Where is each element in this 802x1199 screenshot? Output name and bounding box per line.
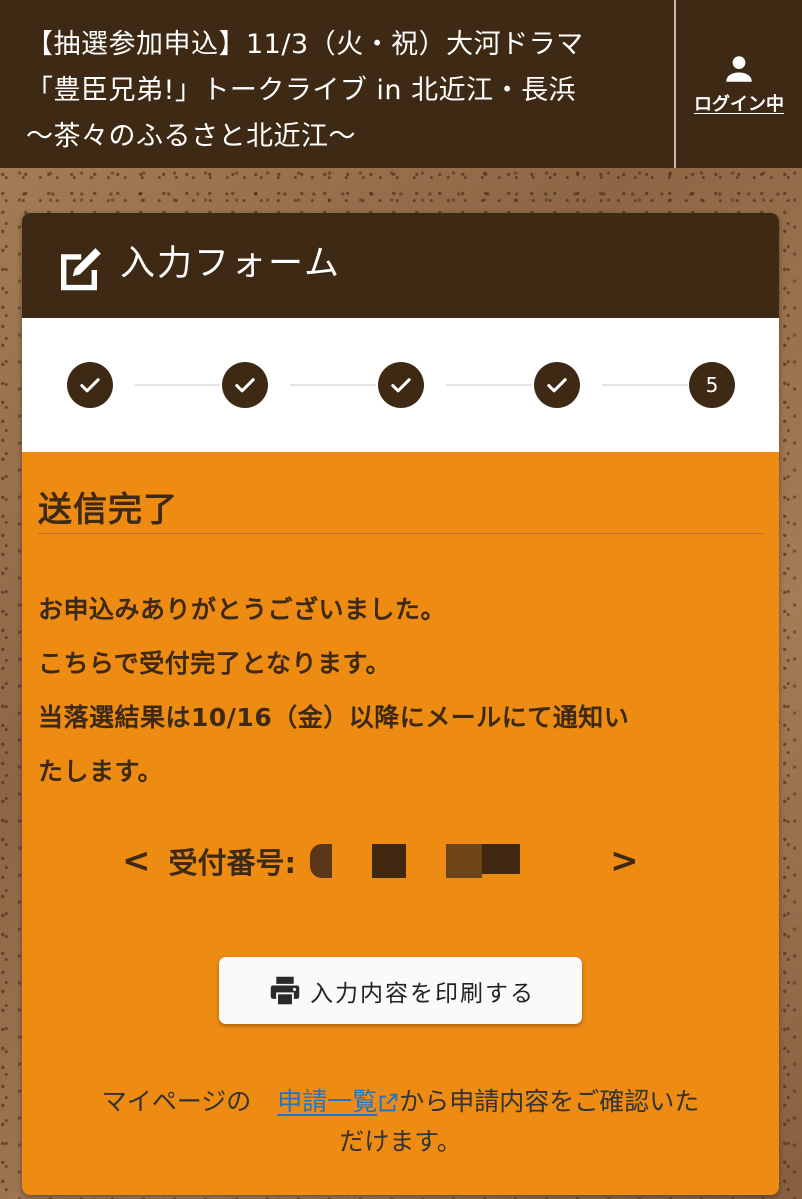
step-3-complete [378, 362, 424, 408]
printer-icon [270, 976, 300, 1006]
card-title: 入力フォーム [120, 244, 341, 284]
result-message: お申込みありがとうございました。 こちらで受付完了となります。 当落選結果は10… [38, 583, 758, 799]
step-4-complete [534, 362, 580, 408]
event-title-line1: 【抽選参加申込】11/3（火・祝）大河ドラマ [26, 29, 584, 60]
print-button-label: 入力内容を印刷する [310, 980, 535, 1007]
login-label: ログイン中 [694, 94, 784, 115]
receipt-label: 受付番号: [168, 846, 297, 880]
login-status-button[interactable]: ログイン中 [676, 52, 802, 116]
event-title: 【抽選参加申込】11/3（火・祝）大河ドラマ 「豊臣兄弟!」トークライブ in … [26, 22, 666, 160]
receipt-next-chevron: > [610, 841, 639, 881]
print-button[interactable]: 入力内容を印刷する [219, 957, 582, 1024]
message-line: こちらで受付完了となります。 [38, 649, 392, 678]
person-icon [726, 56, 752, 82]
application-list-link[interactable]: 申請一覧 [277, 1087, 399, 1116]
message-line: お申込みありがとうございました。 [38, 595, 447, 624]
mypage-suffix-line2: だけます。 [339, 1127, 462, 1156]
check-icon [547, 378, 567, 393]
progress-steps: 5 [22, 318, 779, 452]
site-header: 【抽選参加申込】11/3（火・祝）大河ドラマ 「豊臣兄弟!」トークライブ in … [0, 0, 802, 168]
form-card: 入力フォーム 5 送信完了 お申込みありがとうございました。 こちらで受付完了と… [22, 213, 779, 1195]
application-list-link-label: 申請一覧 [277, 1087, 378, 1116]
result-title: 送信完了 [38, 490, 178, 530]
edit-icon [61, 248, 101, 291]
step-2-complete [222, 362, 268, 408]
mypage-note: マイページの 申請一覧 から申請内容をご確認いた だけます。 [38, 1082, 763, 1162]
message-line: 当落選結果は10/16（金）以降にメールにて通知い [38, 703, 630, 732]
mypage-prefix: マイページの [101, 1087, 252, 1116]
step-connector [446, 384, 532, 386]
step-connector [135, 384, 220, 386]
check-icon [80, 378, 100, 393]
mypage-suffix: から申請内容をご確認いた [399, 1087, 700, 1116]
event-title-line3: 〜茶々のふるさと北近江〜 [26, 121, 356, 152]
check-icon [391, 378, 411, 393]
message-line: たします。 [38, 757, 164, 786]
step-5-current: 5 [689, 362, 735, 408]
external-link-icon [379, 1093, 398, 1112]
check-icon [235, 378, 255, 393]
step-connector [602, 384, 688, 386]
step-connector [290, 384, 376, 386]
step-1-complete [67, 362, 113, 408]
card-header: 入力フォーム [22, 213, 779, 318]
receipt-redacted-value [310, 844, 521, 878]
title-divider [38, 533, 763, 534]
receipt-prev-chevron: < [122, 841, 151, 881]
receipt-number: < 受付番号: > [122, 840, 639, 882]
event-title-line2: 「豊臣兄弟!」トークライブ in 北近江・長浜 [26, 75, 577, 106]
